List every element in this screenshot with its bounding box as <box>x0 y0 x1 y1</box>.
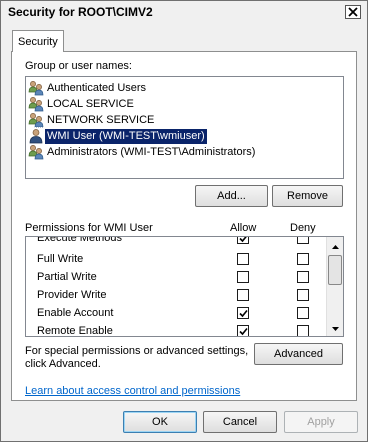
deny-checkbox-full-write[interactable] <box>297 253 309 265</box>
scroll-down-button[interactable] <box>327 319 343 336</box>
remove-button[interactable]: Remove <box>272 185 343 207</box>
permission-name: Provider Write <box>37 289 107 301</box>
permission-row-provider-write: Provider Write <box>26 287 326 305</box>
deny-column-header: Deny <box>290 222 316 234</box>
group-list-label: Group or user names: <box>25 60 132 72</box>
permissions-header: Permissions for WMI User <box>25 222 153 234</box>
permission-row-execute-methods: Execute Methods <box>26 236 326 248</box>
allow-checkbox-remote-enable[interactable] <box>237 325 249 336</box>
group-list[interactable]: Authenticated Users LOCAL SERVICE NETWOR… <box>25 76 344 179</box>
permissions-list[interactable]: Execute Methods Full Write Partial Write… <box>25 236 344 337</box>
user-icon <box>28 128 44 144</box>
group-item-label: LOCAL SERVICE <box>47 98 134 110</box>
deny-checkbox-execute-methods[interactable] <box>297 237 309 244</box>
group-item-local-service[interactable]: LOCAL SERVICE <box>28 96 341 112</box>
permission-name: Execute Methods <box>37 236 122 244</box>
permission-name: Enable Account <box>37 307 114 319</box>
permission-name: Full Write <box>37 253 84 265</box>
group-item-label: Administrators (WMI-TEST\Administrators) <box>47 146 256 158</box>
advanced-text-line1: For special permissions or advanced sett… <box>25 345 249 357</box>
users-icon <box>28 112 44 128</box>
permissions-scrollbar[interactable] <box>326 237 343 336</box>
allow-checkbox-enable-account[interactable] <box>237 307 249 319</box>
tab-security-label: Security <box>18 36 58 48</box>
group-item-label: WMI User (WMI-TEST\wmiuser) <box>45 128 207 144</box>
users-icon <box>28 96 44 112</box>
advanced-button[interactable]: Advanced <box>254 343 343 365</box>
title-bar: Security for ROOT\CIMV2 <box>2 2 366 22</box>
scroll-thumb[interactable] <box>328 255 342 285</box>
arrow-up-icon <box>331 240 339 252</box>
security-dialog: Security for ROOT\CIMV2 Security Group o… <box>0 0 368 442</box>
deny-checkbox-provider-write[interactable] <box>297 289 309 301</box>
tab-security[interactable]: Security <box>12 30 64 52</box>
group-item-wmi-user[interactable]: WMI User (WMI-TEST\wmiuser) <box>27 127 342 145</box>
permission-row-full-write: Full Write <box>26 251 326 269</box>
add-button[interactable]: Add... <box>195 185 268 207</box>
group-item-label: Authenticated Users <box>47 82 147 94</box>
scroll-up-button[interactable] <box>327 237 343 254</box>
arrow-down-icon <box>331 322 339 334</box>
group-item-label: NETWORK SERVICE <box>47 114 155 126</box>
permission-name: Remote Enable <box>37 325 113 337</box>
users-icon <box>28 80 44 96</box>
cancel-button[interactable]: Cancel <box>203 411 277 433</box>
users-icon <box>28 144 44 160</box>
group-item-administrators[interactable]: Administrators (WMI-TEST\Administrators) <box>28 144 341 160</box>
permission-row-remote-enable: Remote Enable <box>26 323 326 337</box>
deny-checkbox-partial-write[interactable] <box>297 271 309 283</box>
permission-row-partial-write: Partial Write <box>26 269 326 287</box>
close-button[interactable] <box>345 5 361 19</box>
allow-checkbox-execute-methods[interactable] <box>237 237 249 244</box>
group-item-network-service[interactable]: NETWORK SERVICE <box>28 112 341 128</box>
apply-button[interactable]: Apply <box>284 411 358 433</box>
window-title: Security for ROOT\CIMV2 <box>8 5 153 19</box>
ok-button[interactable]: OK <box>123 411 197 433</box>
allow-column-header: Allow <box>230 222 257 234</box>
deny-checkbox-remote-enable[interactable] <box>297 325 309 336</box>
help-link[interactable]: Learn about access control and permissio… <box>25 385 240 397</box>
allow-checkbox-full-write[interactable] <box>237 253 249 265</box>
advanced-text-line2: click Advanced. <box>25 358 101 370</box>
allow-checkbox-partial-write[interactable] <box>237 271 249 283</box>
deny-checkbox-enable-account[interactable] <box>297 307 309 319</box>
permission-name: Partial Write <box>37 271 97 283</box>
group-item-authenticated-users[interactable]: Authenticated Users <box>28 80 341 96</box>
close-icon <box>348 7 358 17</box>
permission-row-enable-account: Enable Account <box>26 305 326 323</box>
allow-checkbox-provider-write[interactable] <box>237 289 249 301</box>
